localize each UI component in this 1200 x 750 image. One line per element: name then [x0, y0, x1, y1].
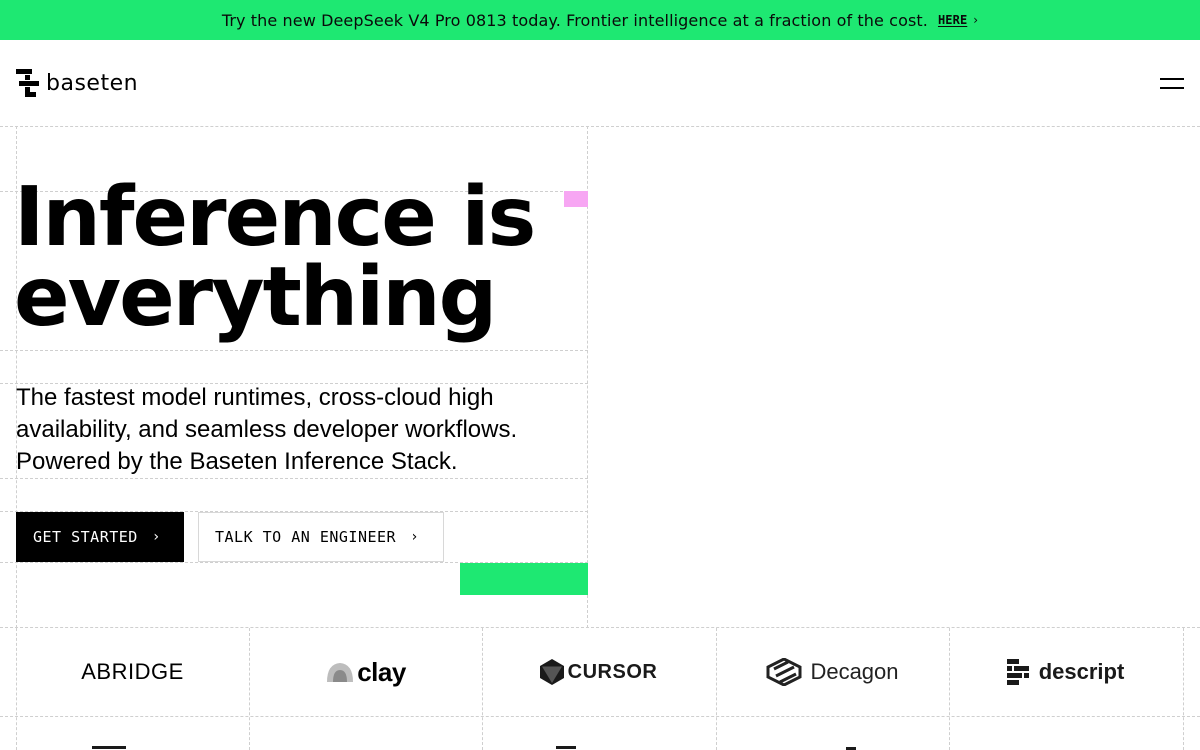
- decorative-pink-block: [564, 191, 588, 207]
- hero-subtitle: The fastest model runtimes, cross-cloud …: [16, 384, 518, 475]
- customer-logo-abridge[interactable]: ABRIDGE: [16, 628, 249, 716]
- grid-line: [0, 350, 588, 351]
- customer-logo-cursor[interactable]: CURSOR: [482, 628, 715, 716]
- customer-logo-clay[interactable]: clay: [249, 628, 482, 716]
- brand-name: baseten: [46, 70, 139, 96]
- brand-logo[interactable]: baseten: [16, 69, 138, 97]
- chevron-right-icon: ›: [410, 529, 420, 545]
- grid-line: [0, 478, 588, 479]
- clay-logo: clay: [357, 656, 406, 687]
- chevron-right-icon: ›: [151, 529, 161, 545]
- get-started-button[interactable]: GET STARTED ›: [16, 512, 184, 562]
- baseten-logo-icon: [16, 69, 39, 97]
- decagon-logo: Decagon: [810, 659, 899, 684]
- descript-logo: descript: [1038, 659, 1125, 684]
- partial-logo: [846, 738, 862, 750]
- banner-here-link[interactable]: HERE: [938, 13, 967, 27]
- partial-logo: [556, 738, 580, 750]
- cursor-logo-icon: [539, 659, 564, 685]
- abridge-logo: ABRIDGE: [81, 659, 184, 684]
- grid-line: [0, 716, 1200, 717]
- decorative-green-block: [460, 563, 588, 595]
- clay-logo-icon: [327, 663, 354, 682]
- announcement-banner: Try the new DeepSeek V4 Pro 0813 today. …: [0, 0, 1200, 40]
- partial-logo: [92, 738, 132, 750]
- talk-to-engineer-button[interactable]: TALK TO AN ENGINEER ›: [198, 512, 444, 562]
- decagon-logo-icon: [766, 658, 802, 686]
- customer-logo-descript[interactable]: descript: [949, 628, 1182, 716]
- talk-to-engineer-label: TALK TO AN ENGINEER: [215, 528, 397, 546]
- get-started-label: GET STARTED: [33, 528, 138, 546]
- descript-logo-icon: [1006, 659, 1029, 685]
- hero-title: Inference is everything: [14, 177, 536, 339]
- cursor-logo: CURSOR: [567, 660, 658, 683]
- hero-title-line-2: everything: [14, 250, 497, 345]
- customer-logo-decagon[interactable]: Decagon: [716, 628, 949, 716]
- chevron-right-icon: ›: [973, 13, 979, 27]
- hamburger-icon[interactable]: [1160, 76, 1184, 90]
- grid-line: [0, 126, 1200, 127]
- banner-text: Try the new DeepSeek V4 Pro 0813 today. …: [221, 10, 928, 30]
- grid-line: [1183, 628, 1184, 750]
- site-header: baseten: [0, 40, 1200, 126]
